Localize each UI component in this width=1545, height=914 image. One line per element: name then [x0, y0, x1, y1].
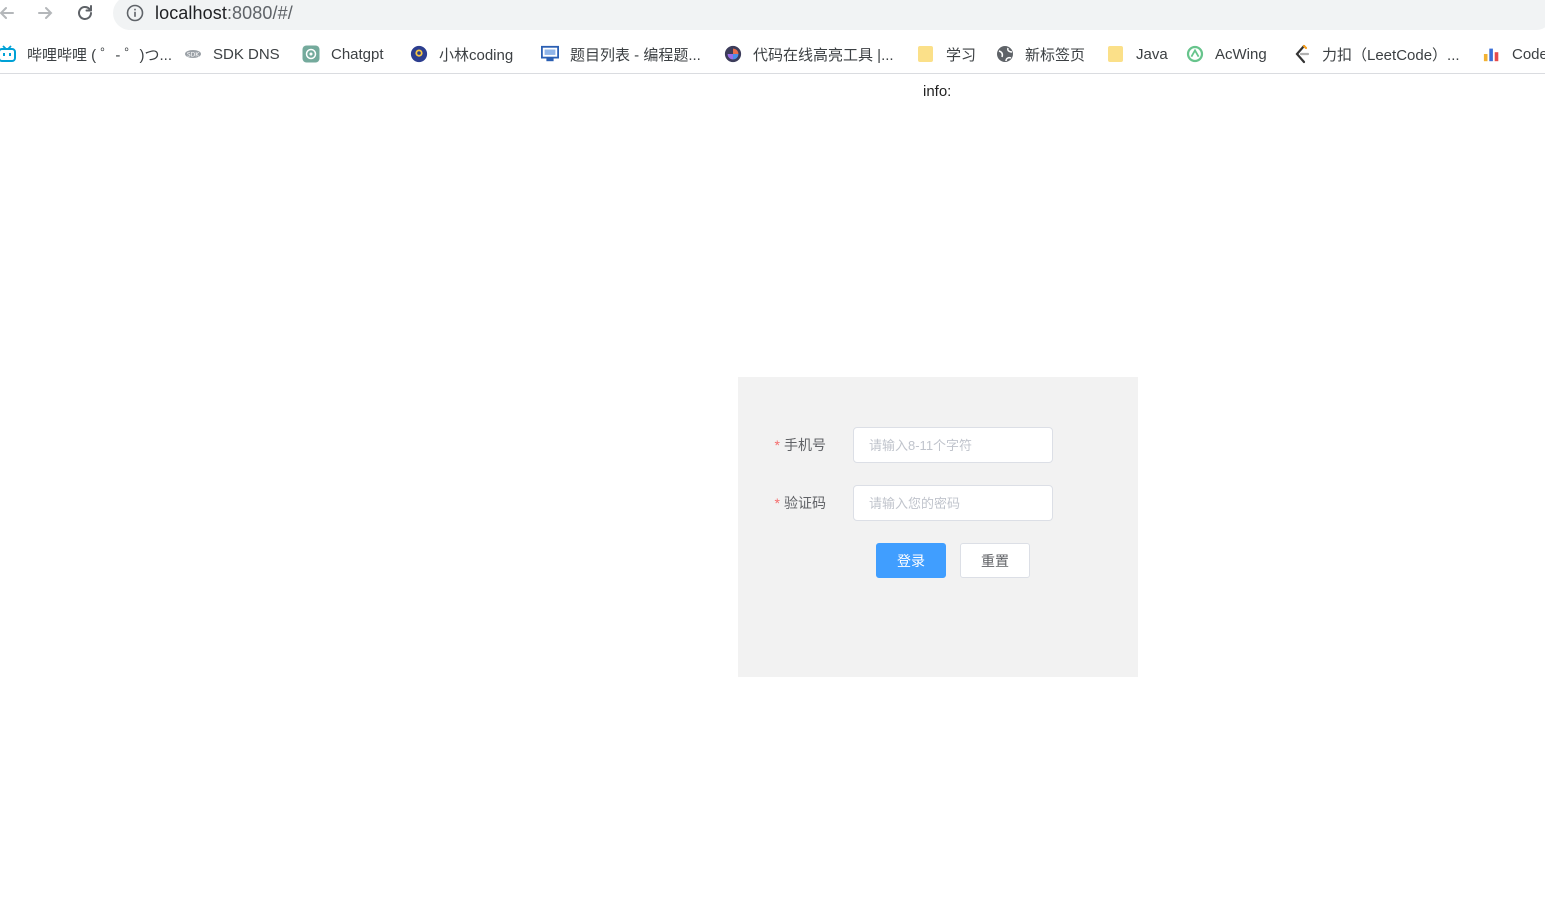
bookmark-new-tab[interactable]: 新标签页 — [996, 40, 1085, 68]
bookmark-label: 代码在线高亮工具 |... — [753, 46, 894, 64]
url-text: localhost:8080/#/ — [155, 3, 293, 24]
url-path: :8080/#/ — [226, 2, 293, 23]
arrow-left-icon — [0, 7, 14, 19]
bar-chart-icon — [1483, 45, 1501, 63]
leetcode-icon — [1293, 44, 1311, 64]
back-button[interactable] — [0, 0, 20, 26]
code-label: * 验证码 — [775, 485, 826, 521]
login-button[interactable]: 登录 — [876, 543, 946, 578]
bookmark-folder-study[interactable]: 学习 — [917, 40, 976, 68]
phone-label-text: 手机号 — [784, 437, 826, 453]
code-form-item: * 验证码 — [738, 485, 1138, 521]
code-label-text: 验证码 — [784, 495, 826, 511]
bookmark-leetcode[interactable]: 力扣（LeetCode）... — [1293, 40, 1460, 68]
site-info-icon[interactable] — [125, 3, 145, 23]
reload-icon — [78, 5, 92, 20]
bookmark-folder-java[interactable]: Java — [1107, 40, 1168, 68]
problem-list-icon — [541, 45, 559, 63]
phone-input[interactable] — [853, 427, 1053, 463]
required-mark: * — [774, 437, 780, 453]
bookmarks-bar: 哔哩哔哩 ( ゜- ゜)つ... SDK SDK DNS Chatgpt 小林c… — [0, 34, 1545, 74]
url-host: localhost — [155, 2, 227, 23]
bookmark-code[interactable]: Code — [1483, 40, 1545, 68]
bookmark-label: Code — [1512, 45, 1545, 63]
bookmark-label: 哔哩哔哩 ( ゜- ゜)つ... — [27, 46, 172, 64]
address-bar[interactable]: localhost:8080/#/ — [113, 0, 1545, 30]
required-mark: * — [774, 495, 780, 511]
phone-label: * 手机号 — [775, 427, 826, 463]
login-panel: *手机号 *验证码 登录 重置 — [738, 377, 1138, 677]
svg-text:SDK: SDK — [187, 52, 200, 59]
bookmark-label: 学习 — [946, 46, 977, 64]
bookmark-bilibili[interactable]: 哔哩哔哩 ( ゜- ゜)つ... — [0, 40, 172, 68]
folder-icon — [917, 45, 935, 63]
bookmark-label: Java — [1136, 45, 1168, 63]
sdk-icon: SDK — [184, 45, 202, 63]
reset-button[interactable]: 重置 — [960, 543, 1030, 578]
globe-icon — [996, 45, 1014, 63]
bookmark-acwing[interactable]: AcWing — [1186, 40, 1267, 68]
browser-toolbar: localhost:8080/#/ — [0, 0, 1545, 30]
bookmark-label: SDK DNS — [213, 45, 280, 63]
reload-button[interactable] — [72, 0, 98, 26]
chatgpt-icon — [302, 45, 320, 63]
bilibili-icon — [0, 45, 16, 63]
bookmark-xiaolin-coding[interactable]: 小林coding — [410, 40, 513, 68]
xiaolin-icon — [410, 45, 428, 63]
bookmark-label: Chatgpt — [331, 45, 384, 63]
forward-button[interactable] — [32, 0, 58, 26]
info-text: info: — [923, 83, 952, 100]
bookmark-label: 新标签页 — [1025, 46, 1086, 64]
bookmark-label: 题目列表 - 编程题... — [570, 46, 701, 64]
arrow-right-icon — [38, 7, 53, 19]
bookmark-problem-list[interactable]: 题目列表 - 编程题... — [541, 40, 701, 68]
code-highlight-icon — [724, 45, 742, 63]
bookmark-sdk-dns[interactable]: SDK SDK DNS — [184, 40, 280, 68]
folder-icon — [1107, 45, 1125, 63]
acwing-icon — [1186, 45, 1204, 63]
bookmark-label: 力扣（LeetCode）... — [1322, 46, 1460, 64]
phone-form-item: * 手机号 — [738, 427, 1138, 463]
bookmark-code-highlight[interactable]: 代码在线高亮工具 |... — [724, 40, 894, 68]
bookmark-label: 小林coding — [439, 46, 514, 64]
bookmark-chatgpt[interactable]: Chatgpt — [302, 40, 384, 68]
code-input[interactable] — [853, 485, 1053, 521]
bookmark-label: AcWing — [1215, 45, 1267, 63]
